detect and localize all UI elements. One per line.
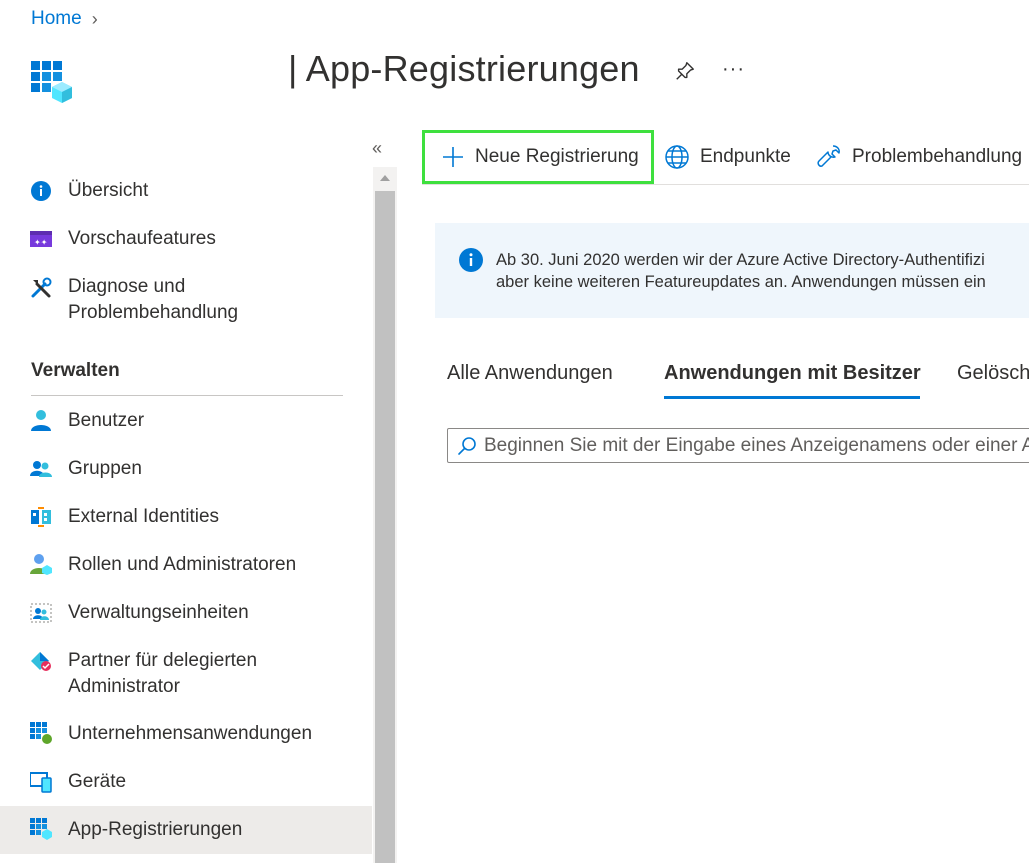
sidebar-item-vorschaufeatures[interactable]: ✦✦ Vorschaufeatures xyxy=(0,226,372,252)
scrollbar-thumb[interactable] xyxy=(375,191,395,863)
collapse-sidebar-button[interactable]: « xyxy=(372,138,382,159)
breadcrumb-home-link[interactable]: Home xyxy=(31,8,82,30)
sidebar-item-diagnose[interactable]: Diagnose und Problembehandlung xyxy=(0,274,372,326)
sidebar-item-label: Rollen und Administratoren xyxy=(68,554,297,575)
devices-icon xyxy=(30,772,52,793)
breadcrumb: Home › xyxy=(31,8,98,30)
sidebar-item-label: Benutzer xyxy=(68,410,145,431)
sidebar-item-label-line1: Partner für delegierten xyxy=(68,650,258,671)
sidebar-item-label-line2: Problembehandlung xyxy=(68,302,239,323)
sidebar-item-app-registrierungen[interactable]: App-Registrierungen xyxy=(0,806,372,854)
section-heading-verwalten: Verwalten xyxy=(31,360,120,381)
sidebar-item-external-identities[interactable]: External Identities xyxy=(0,504,372,530)
active-tab-indicator xyxy=(664,396,920,399)
sidebar-item-label: Vorschaufeatures xyxy=(68,228,216,249)
sidebar-item-rollen[interactable]: Rollen und Administratoren xyxy=(0,552,372,578)
plus-icon xyxy=(443,147,463,167)
scroll-up-arrow-icon[interactable] xyxy=(373,167,397,189)
preview-features-icon: ✦✦ xyxy=(30,231,52,247)
wrench-icon xyxy=(817,145,840,167)
enterprise-apps-icon xyxy=(30,722,52,744)
info-icon xyxy=(459,248,483,272)
sidebar-item-geraete[interactable]: Geräte xyxy=(0,769,372,795)
tab-owned-applications[interactable]: Anwendungen mit Besitzer xyxy=(664,362,921,385)
banner-line-1: Ab 30. Juni 2020 werden wir der Azure Ac… xyxy=(496,251,985,269)
partner-icon xyxy=(31,652,51,671)
tab-all-applications[interactable]: Alle Anwendungen xyxy=(447,362,613,385)
svg-text:✦✦: ✦✦ xyxy=(34,238,48,247)
banner-line-2: aber keine weiteren Featureupdates an. A… xyxy=(496,273,986,291)
sidebar-item-uebersicht[interactable]: Übersicht xyxy=(0,178,372,204)
banner-text: Ab 30. Juni 2020 werden wir der Azure Ac… xyxy=(496,249,986,293)
page-title: | App-Registrierungen xyxy=(288,48,640,89)
new-registration-button[interactable]: Neue Registrierung xyxy=(422,130,654,184)
sidebar-item-verwaltungseinheiten[interactable]: Verwaltungseinheiten xyxy=(0,600,372,626)
chevron-right-icon: › xyxy=(91,8,98,29)
globe-icon xyxy=(665,145,689,169)
sidebar-item-partner[interactable]: Partner für delegierten Administrator xyxy=(0,648,372,700)
search-input[interactable] xyxy=(484,429,1029,462)
sidebar-item-unternehmensanwendungen[interactable]: Unternehmensanwendungen xyxy=(0,721,372,747)
more-options-icon[interactable]: ··· xyxy=(722,58,745,81)
sidebar-item-label: Verwaltungseinheiten xyxy=(68,602,249,623)
search-icon xyxy=(458,437,476,455)
pin-icon[interactable] xyxy=(674,60,696,82)
user-icon xyxy=(31,410,51,431)
troubleshooting-button[interactable]: Problembehandlung xyxy=(816,130,1022,184)
endpoints-label: Endpunkte xyxy=(700,146,791,167)
info-icon xyxy=(31,181,51,201)
roles-icon xyxy=(30,554,52,575)
endpoints-button[interactable]: Endpunkte xyxy=(664,130,791,184)
sidebar-item-gruppen[interactable]: Gruppen xyxy=(0,456,372,482)
sidebar-item-label-line1: Diagnose und xyxy=(68,276,186,297)
sidebar-item-label-line2: Administrator xyxy=(68,676,180,697)
section-divider xyxy=(31,395,343,396)
app-registrations-icon xyxy=(30,818,52,840)
sidebar-item-label: Geräte xyxy=(68,771,127,792)
sidebar-item-benutzer[interactable]: Benutzer xyxy=(0,408,372,434)
info-banner: Ab 30. Juni 2020 werden wir der Azure Ac… xyxy=(435,223,1029,318)
tab-deleted-applications[interactable]: Gelösch xyxy=(957,362,1029,385)
app-registrations-logo-icon xyxy=(31,61,72,103)
groups-icon xyxy=(30,461,52,477)
new-registration-label: Neue Registrierung xyxy=(475,146,639,167)
sidebar-item-label: External Identities xyxy=(68,506,220,527)
sidebar-item-label: Gruppen xyxy=(68,458,142,479)
sidebar-item-label: Unternehmensanwendungen xyxy=(68,723,313,744)
tools-icon xyxy=(31,277,52,298)
toolbar-divider xyxy=(422,184,1029,185)
sidebar-item-label: App-Registrierungen xyxy=(68,819,243,840)
search-box[interactable] xyxy=(447,428,1029,463)
sidebar-scrollbar[interactable] xyxy=(373,167,397,863)
troubleshooting-label: Problembehandlung xyxy=(852,146,1023,167)
external-identities-icon xyxy=(31,507,51,527)
sidebar-item-label: Übersicht xyxy=(68,180,149,201)
admin-units-icon xyxy=(30,603,52,623)
